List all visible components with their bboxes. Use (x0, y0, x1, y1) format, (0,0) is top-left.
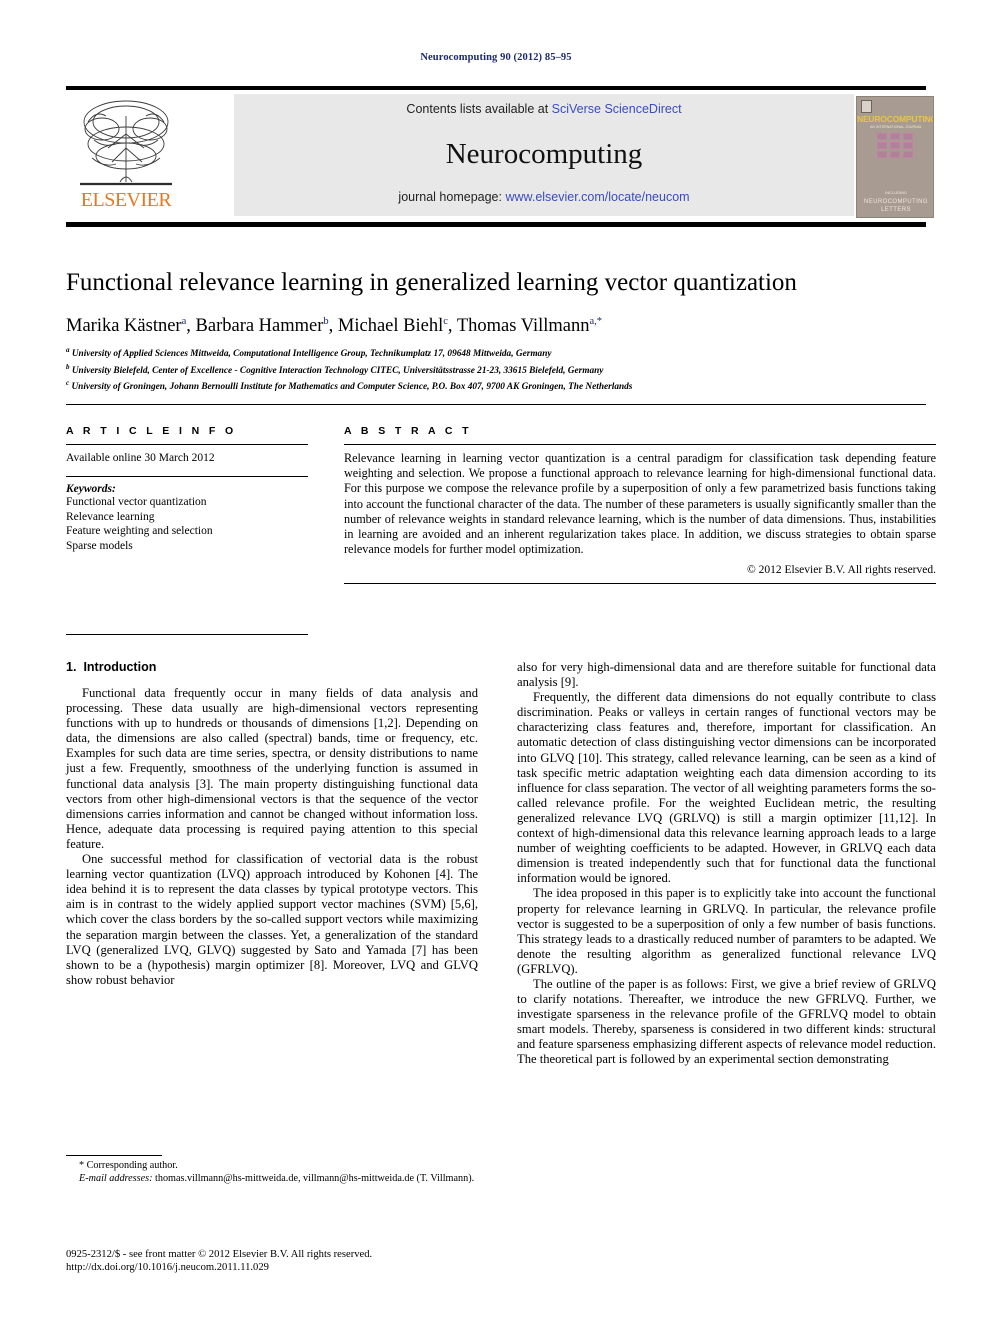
affiliation-item: a University of Applied Sciences Mittwei… (66, 344, 936, 361)
keyword-item: Feature weighting and selection (66, 525, 213, 538)
issn-doi-block: 0925-2312/$ - see front matter © 2012 El… (66, 1248, 536, 1275)
affiliation-marker: b (66, 362, 70, 371)
page-title: Functional relevance learning in general… (66, 269, 797, 296)
info-top-rule (66, 404, 926, 405)
journal-title: Neurocomputing (445, 138, 643, 170)
keywords-label: Keywords: (66, 483, 116, 495)
article-info-bottom-divider (66, 634, 308, 636)
body-paragraph: The idea proposed in this paper is to ex… (517, 886, 936, 976)
doi-line[interactable]: http://dx.doi.org/10.1016/j.neucom.2011.… (66, 1261, 536, 1274)
author-affiliation-marker: a (181, 316, 187, 327)
masthead-bottom-rule (66, 222, 926, 227)
cover-footer-line2: LETTERS (881, 207, 911, 213)
abstract-block: A B S T R A C T Relevance learning in le… (344, 425, 936, 590)
affiliation-marker: a (66, 346, 70, 354)
affiliation-text: University of Applied Sciences Mittweida… (71, 349, 552, 360)
author-name: Michael Biehl (337, 316, 444, 337)
issn-line: 0925-2312/$ - see front matter © 2012 El… (66, 1249, 373, 1260)
article-history-divider (66, 476, 308, 477)
abstract-text: Relevance learning in learning vector qu… (344, 451, 936, 557)
affiliation-marker: c (66, 379, 70, 388)
journal-cover-thumbnail[interactable]: NEUROCOMPUTING AN INTERNATIONAL JOURNAL … (856, 96, 934, 218)
author-affiliation-marker: a,* (589, 316, 603, 327)
section-title: Introduction (83, 660, 157, 674)
journal-homepage-line: journal homepage: www.elsevier.com/locat… (234, 190, 854, 204)
email-note: E-mail addresses: thomas.villmann@hs-mit… (66, 1173, 478, 1186)
abstract-heading: A B S T R A C T (344, 425, 472, 437)
journal-masthead: ELSEVIER Contents lists available at Sci… (66, 94, 926, 216)
author-name: Marika Kästner (66, 316, 182, 337)
cover-grid-graphic (877, 133, 916, 161)
contents-available-line: Contents lists available at SciVerse Sci… (234, 102, 854, 116)
body-column-left: 1. Introduction Functional data frequentl… (66, 660, 478, 988)
footnote-block: * Corresponding author. E-mail addresses… (66, 1160, 478, 1185)
keyword-item: Sparse models (66, 539, 133, 552)
email-addresses[interactable]: thomas.villmann@hs-mittweida.de, villman… (152, 1173, 474, 1184)
body-paragraph: also for very high-dimensional data and … (517, 660, 936, 690)
body-paragraph: Functional data frequently occur in many… (66, 686, 478, 851)
author-affiliation-marker: c (443, 316, 448, 327)
article-info-divider (66, 444, 308, 445)
keywords-list: Functional vector quantization Relevance… (66, 495, 308, 553)
cover-footer-small: INCLUDING (884, 190, 907, 195)
cover-footer-line1: NEUROCOMPUTING (864, 199, 928, 205)
affiliation-list: a University of Applied Sciences Mittwei… (66, 344, 936, 394)
journal-homepage-link[interactable]: www.elsevier.com/locate/neucom (505, 190, 689, 204)
keyword-item: Relevance learning (66, 510, 155, 523)
abstract-bottom-divider (344, 583, 936, 585)
copyright-line: © 2012 Elsevier B.V. All rights reserved… (747, 564, 936, 577)
elsevier-wordmark: ELSEVIER (80, 189, 172, 211)
cover-emblem-icon (861, 100, 872, 113)
body-paragraph: The outline of the paper is as follows: … (517, 976, 936, 1067)
affiliation-text: University Bielefeld, Center of Excellen… (71, 365, 604, 376)
paper-page: Neurocomputing 90 (2012) 85–95 ELSEVIER … (0, 0, 992, 1323)
body-paragraph: Frequently, the different data dimension… (517, 690, 936, 886)
elsevier-tree-icon (80, 100, 172, 186)
author-affiliation-marker: b (323, 316, 329, 327)
section-heading-introduction: 1. Introduction (66, 660, 478, 674)
contents-prefix: Contents lists available at (406, 102, 552, 116)
body-column-right: also for very high-dimensional data and … (517, 660, 936, 1068)
section-number: 1. (66, 660, 77, 674)
author-list: Marika Kästnera, Barbara Hammerb, Michae… (66, 316, 603, 337)
masthead-top-rule (66, 86, 926, 90)
article-history: Available online 30 March 2012 (66, 452, 215, 464)
affiliation-item: c University of Groningen, Johann Bernou… (66, 377, 936, 394)
abstract-divider (344, 444, 936, 445)
cover-subtitle: AN INTERNATIONAL JOURNAL (869, 125, 923, 129)
body-paragraph: One successful method for classification… (66, 852, 478, 987)
running-head: Neurocomputing 90 (2012) 85–95 (420, 52, 572, 63)
article-info-heading: A R T I C L E I N F O (66, 425, 237, 437)
author-name: Thomas Villmann (456, 316, 590, 337)
keyword-item: Functional vector quantization (66, 496, 207, 508)
sciencedirect-link[interactable]: SciVerse ScienceDirect (552, 102, 682, 116)
affiliation-text: University of Groningen, Johann Bernoull… (71, 382, 633, 393)
elsevier-logo: ELSEVIER (66, 94, 186, 216)
article-info-block: A R T I C L E I N F O Available online 3… (66, 425, 308, 641)
cover-title: NEUROCOMPUTING (857, 114, 934, 124)
author-name: Barbara Hammer (195, 316, 324, 337)
footnote-rule (66, 1155, 162, 1156)
homepage-prefix: journal homepage: (398, 190, 506, 204)
email-label: E-mail addresses: (79, 1172, 153, 1184)
affiliation-item: b University Bielefeld, Center of Excell… (66, 361, 936, 378)
corresponding-author-note: * Corresponding author. (79, 1160, 178, 1171)
